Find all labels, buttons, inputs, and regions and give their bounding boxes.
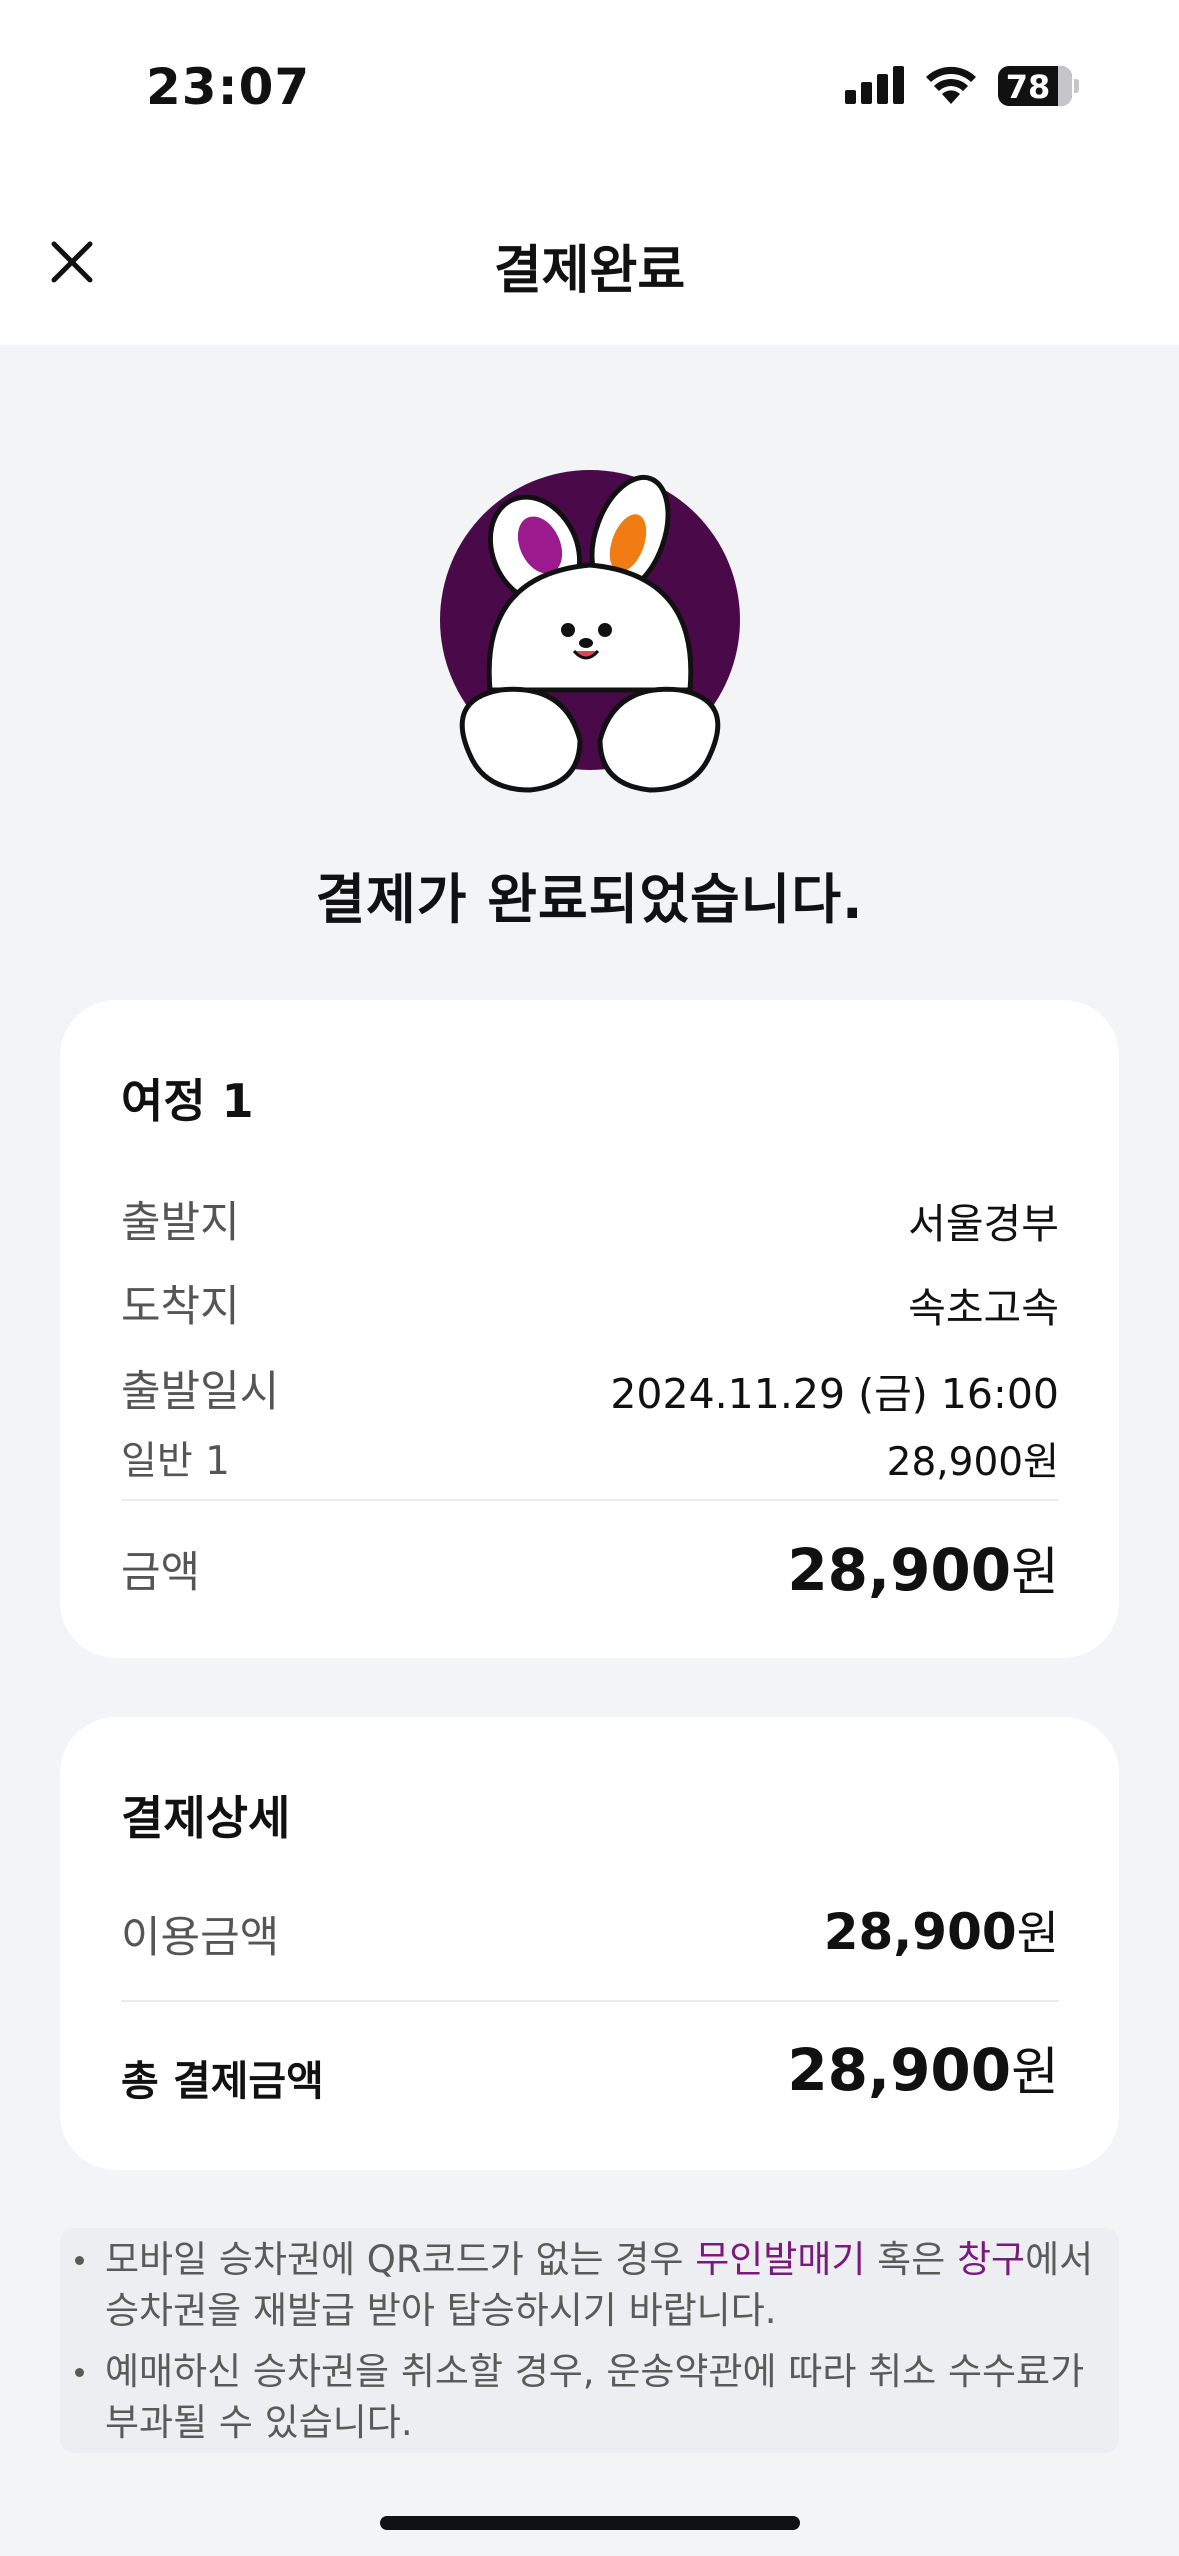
usage-amount-label: 이용금액: [121, 1913, 280, 1963]
amount-label: 금액: [121, 1548, 201, 1598]
success-message: 결제가 완료되었습니다.: [315, 868, 864, 931]
arrival-value: 속초고속: [908, 1284, 1059, 1332]
bullet-icon: [75, 2368, 84, 2377]
payment-detail-card: 결제상세 이용금액 28,900원 총 결제금액 28,900원: [60, 1717, 1119, 2170]
cellular-signal-icon: [845, 64, 905, 104]
datetime-value: 2024.11.29 (금) 16:00: [610, 1370, 1059, 1418]
amount-value: 28,900원: [787, 1536, 1059, 1604]
battery-level: 78: [1005, 68, 1051, 106]
home-indicator[interactable]: [380, 2516, 800, 2530]
status-time: 23:07: [146, 58, 311, 116]
header-area: 23:07 78 결제완료: [0, 0, 1179, 345]
notice-box: 모바일 승차권에 QR코드가 없는 경우 무인발매기 혹은 창구에서 승차권을 재…: [60, 2228, 1119, 2453]
usage-amount-value: 28,900원: [823, 1903, 1059, 1961]
rabbit-mascot-image: [440, 470, 740, 793]
fare-value: 28,900원: [886, 1440, 1059, 1485]
notice-item: 모바일 승차권에 QR코드가 없는 경우 무인발매기 혹은 창구에서 승차권을 재…: [75, 2234, 1105, 2336]
payment-detail-title: 결제상세: [121, 1791, 291, 1845]
journey-card: 여정 1 출발지 서울경부 도착지 속초고속 출발일시 2024.11.29 (…: [60, 1000, 1119, 1658]
total-amount-label: 총 결제금액: [121, 2057, 324, 2105]
notice-item: 예매하신 승차권을 취소할 경우, 운송약관에 따라 취소 수수료가 부과될 수…: [75, 2346, 1105, 2448]
divider: [121, 2000, 1059, 2002]
battery-icon: 78: [998, 66, 1079, 106]
arrival-label: 도착지: [121, 1282, 240, 1332]
bullet-icon: [75, 2256, 84, 2265]
counter-highlight: 창구: [957, 2238, 1026, 2281]
kiosk-highlight: 무인발매기: [695, 2238, 866, 2281]
fare-label: 일반 1: [121, 1439, 230, 1484]
total-amount-value: 28,900원: [787, 2036, 1059, 2104]
wifi-icon: [926, 66, 976, 104]
datetime-label: 출발일시: [121, 1367, 280, 1417]
divider: [121, 1499, 1059, 1501]
departure-label: 출발지: [121, 1198, 240, 1248]
journey-title: 여정 1: [121, 1074, 254, 1128]
departure-value: 서울경부: [908, 1200, 1059, 1248]
page-title: 결제완료: [493, 241, 686, 301]
